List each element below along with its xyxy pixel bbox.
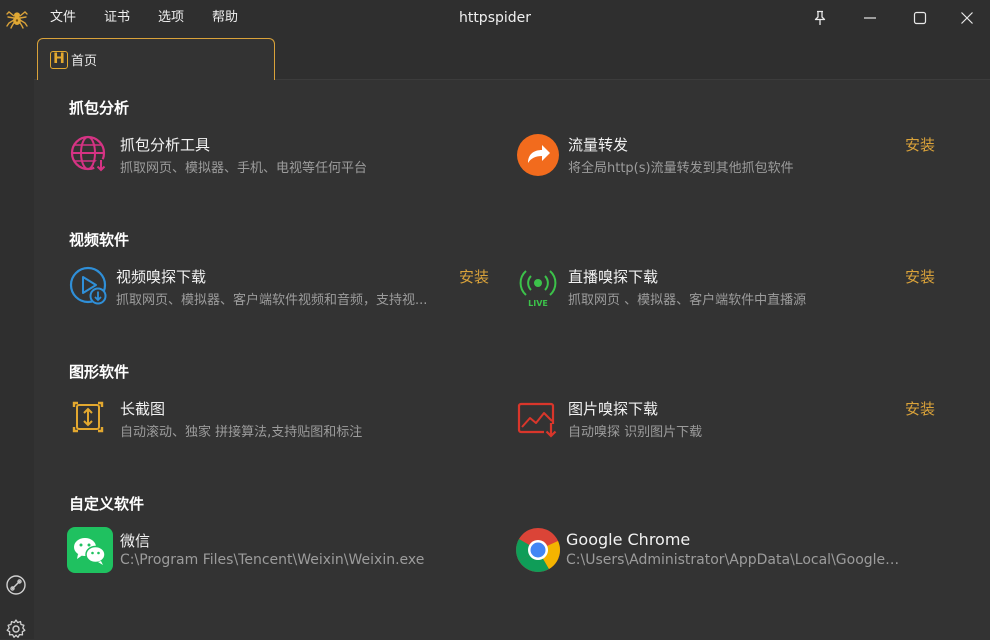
- app-name: 微信: [120, 532, 151, 550]
- app-name: 长截图: [120, 400, 166, 418]
- tab-home[interactable]: H 首页: [37, 38, 275, 80]
- app-description: 抓取网页、模拟器、客户端软件视频和音频，支持视...: [116, 293, 428, 308]
- app-description: 将全局http(s)流量转发到其他抓包软件: [568, 161, 794, 176]
- menu-bar: 文件 证书 选项 帮助: [36, 0, 252, 36]
- home-content: 抓包分析 抓包分析工具 抓取网页、模拟器、手机、电视等任何平台 流量转发 将全局…: [34, 80, 990, 639]
- app-item-chrome[interactable]: Google Chrome C:\Users\Administrator\App…: [515, 527, 905, 575]
- app-name: 直播嗅探下载: [568, 268, 659, 286]
- home-logo-icon: H: [50, 50, 68, 69]
- section-title-video: 视频软件: [69, 231, 130, 249]
- close-icon: [961, 12, 973, 24]
- title-bar: 文件 证书 选项 帮助 httpspider: [0, 0, 990, 36]
- maximize-icon: [913, 11, 927, 25]
- app-name: 视频嗅探下载: [116, 268, 207, 286]
- app-item-long-screenshot[interactable]: 长截图 自动滚动、独家 拼接算法,支持贴图和标注: [68, 397, 458, 441]
- link-icon[interactable]: [5, 574, 27, 596]
- install-button[interactable]: 安装: [905, 266, 935, 287]
- long-screenshot-icon: [72, 401, 104, 433]
- app-item-capture-tool[interactable]: 抓包分析工具 抓取网页、模拟器、手机、电视等任何平台: [68, 133, 458, 177]
- left-rail: [0, 36, 34, 639]
- app-name: 流量转发: [568, 136, 629, 154]
- app-name: 抓包分析工具: [120, 136, 211, 154]
- minimize-button[interactable]: [847, 0, 893, 36]
- menu-file[interactable]: 文件: [36, 0, 90, 36]
- section-title-graphics: 图形软件: [69, 363, 130, 381]
- image-download-icon: [517, 402, 558, 438]
- section-title-capture: 抓包分析: [69, 99, 130, 117]
- menu-options[interactable]: 选项: [144, 0, 198, 36]
- app-item-video-sniffer[interactable]: 视频嗅探下载 抓取网页、模拟器、客户端软件视频和音频，支持视...: [68, 265, 452, 309]
- app-description: 抓取网页 、模拟器、客户端软件中直播源: [568, 293, 807, 308]
- close-button[interactable]: [944, 0, 990, 36]
- pin-icon: [814, 10, 826, 25]
- globe-download-icon: [70, 135, 108, 173]
- install-button[interactable]: 安装: [905, 134, 935, 155]
- app-description: 自动滚动、独家 拼接算法,支持贴图和标注: [120, 425, 363, 440]
- tab-bar: H 首页: [34, 36, 990, 80]
- spider-logo-icon: [6, 11, 28, 29]
- svg-text:LIVE: LIVE: [528, 299, 548, 308]
- forward-arrow-icon: [517, 134, 559, 176]
- chrome-icon: [516, 528, 560, 572]
- maximize-button[interactable]: [897, 0, 943, 36]
- app-item-traffic-forward[interactable]: 流量转发 将全局http(s)流量转发到其他抓包软件: [516, 133, 846, 177]
- live-broadcast-icon: LIVE: [519, 270, 557, 308]
- app-item-live-sniffer[interactable]: LIVE 直播嗅探下载 抓取网页 、模拟器、客户端软件中直播源: [516, 265, 846, 309]
- app-description: 抓取网页、模拟器、手机、电视等任何平台: [120, 161, 368, 176]
- app-name: 图片嗅探下载: [568, 400, 659, 418]
- video-download-icon: [69, 266, 107, 305]
- app-description: C:\Program Files\Tencent\Weixin\Weixin.e…: [120, 552, 425, 568]
- app-description: 自动嗅探 识别图片下载: [568, 425, 703, 440]
- menu-help[interactable]: 帮助: [198, 0, 252, 36]
- app-description: C:\Users\Administrator\AppData\Local\Goo…: [566, 552, 900, 568]
- gear-icon[interactable]: [5, 618, 27, 640]
- app-item-image-sniffer[interactable]: 图片嗅探下载 自动嗅探 识别图片下载: [516, 397, 846, 441]
- install-button[interactable]: 安装: [459, 266, 489, 287]
- app-item-wechat[interactable]: 微信 C:\Program Files\Tencent\Weixin\Weixi…: [67, 527, 459, 575]
- wechat-icon: [67, 527, 113, 573]
- tab-home-label: 首页: [71, 54, 98, 69]
- pin-button[interactable]: [797, 0, 843, 36]
- menu-certificate[interactable]: 证书: [90, 0, 144, 36]
- section-title-custom: 自定义软件: [69, 495, 145, 513]
- minimize-icon: [864, 17, 876, 19]
- app-name: Google Chrome: [566, 530, 691, 549]
- install-button[interactable]: 安装: [905, 398, 935, 419]
